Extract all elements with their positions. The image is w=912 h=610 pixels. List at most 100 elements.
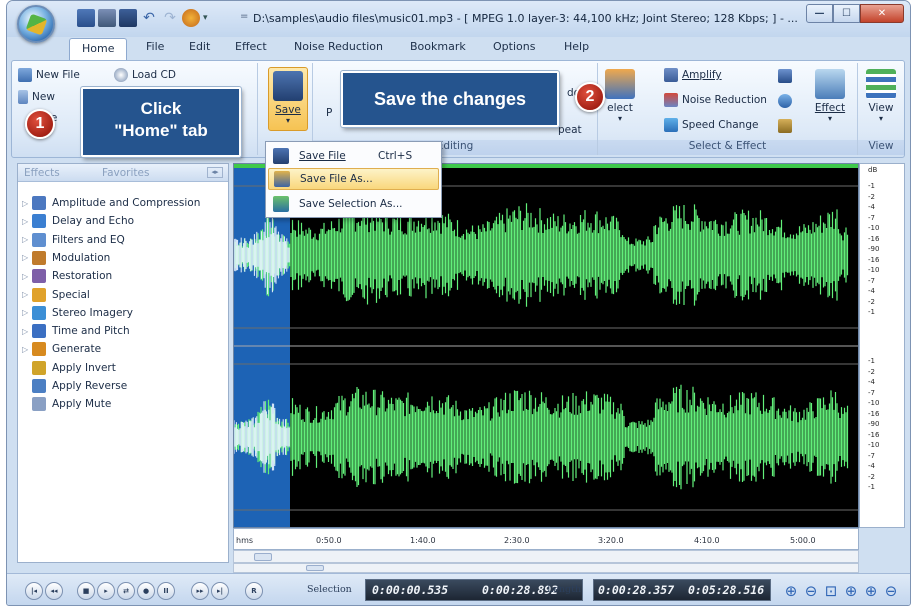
expand-arrow-icon[interactable]: ▷ [22,235,32,244]
repeat-partial[interactable]: peat [558,124,582,136]
new-file-label: New File [36,69,80,81]
quick-access-toolbar: ↶ ↷ ▾ [77,9,213,27]
expand-arrow-icon[interactable]: ▷ [22,290,32,299]
scroll-thumb[interactable] [254,553,272,561]
rewind-button[interactable]: ◂◂ [45,582,63,600]
load-cd-button[interactable]: Load CD [114,68,176,82]
save-file-as-icon [274,171,290,187]
tab-effects[interactable]: Effects [24,167,60,179]
expand-arrow-icon[interactable]: ▷ [22,253,32,262]
repeat-button[interactable]: R [245,582,263,600]
db-tick-label: -1 [868,182,875,190]
expand-arrow-icon[interactable]: ▷ [22,327,32,336]
noise-reduction-button[interactable]: Noise Reduction [664,93,767,107]
zoom-button[interactable]: ⊕ [843,583,859,599]
tab-bookmark[interactable]: Bookmark [410,40,466,53]
timeline-ruler[interactable]: hms 0:50.0 1:40.0 2:30.0 3:20.0 4:10.0 5:00.0 [233,528,859,550]
minimize-button[interactable]: — [806,4,833,23]
view-button[interactable]: View ▾ [864,69,898,123]
tab-favorites[interactable]: Favorites [102,167,149,179]
select-partial-label: elect [607,102,633,114]
loop-button[interactable]: ⇄ [117,582,135,600]
zoom-button[interactable]: ⊕ [863,583,879,599]
skip-start-button[interactable]: |◂ [25,582,43,600]
menu-item-save-file[interactable]: Save File Ctrl+S [268,145,439,167]
horizontal-scrollbar-2[interactable] [233,563,859,573]
expand-arrow-icon[interactable]: ▷ [22,217,32,226]
new-button-partial[interactable]: New [18,90,55,104]
db-scale: dB -1 -2 -4 -7 -10 -16 -90 -16 -10 -7 -4 -2 -1 -1 -2 -4 -… [859,163,905,528]
zoom-button[interactable]: ⊡ [823,583,839,599]
selection-start-value: 0:00:00.535 [372,583,449,597]
tab-file[interactable]: File [146,40,164,53]
record-button[interactable]: ● [137,582,155,600]
tree-item[interactable]: ▷ Delay and Echo [22,212,134,230]
speed-change-button[interactable]: Speed Change [664,118,758,132]
effect-small-icon-1[interactable] [778,69,792,83]
amplify-button[interactable]: Amplify [664,68,722,82]
menu-item-save-selection-as[interactable]: Save Selection As... [268,193,439,215]
tree-item[interactable]: ▷ Filters and EQ [22,231,125,249]
timeline-tick-label: 1:40.0 [410,536,436,545]
open-file-icon[interactable] [98,9,116,27]
close-button[interactable]: ✕ [860,4,904,23]
zoom-button[interactable]: ⊕ [783,583,799,599]
tab-help[interactable]: Help [564,40,589,53]
tree-item[interactable]: ▷ Stereo Imagery [22,304,133,322]
menu-item-save-file-as[interactable]: Save File As... [268,168,439,190]
waveform-svg[interactable] [234,164,859,528]
zoom-button[interactable]: ⊖ [803,583,819,599]
zoom-button[interactable]: ⊖ [883,583,899,599]
undo-icon[interactable]: ↶ [140,9,158,27]
tree-item[interactable]: ▷ Amplitude and Compression [22,194,200,212]
tree-item[interactable]: Apply Mute [22,395,111,413]
pause-button[interactable]: II [157,582,175,600]
step-badge-1: 1 [25,109,55,139]
select-effect-group-label: Select & Effect [598,140,857,155]
redo-icon[interactable]: ↷ [161,9,179,27]
tree-item[interactable]: ▷ Generate [22,340,101,358]
effect-small-icon-3[interactable] [778,119,792,133]
record-icon[interactable] [182,9,200,27]
expand-arrow-icon[interactable]: ▷ [22,199,32,208]
maximize-button[interactable]: ☐ [833,4,860,23]
tree-item[interactable]: ▷ Modulation [22,249,110,267]
app-menu-button[interactable] [17,5,55,43]
effect-button[interactable]: Effect ▾ [812,69,848,123]
timeline-tick-label: 3:20.0 [598,536,624,545]
expand-arrow-icon[interactable]: ▷ [22,345,32,354]
tab-edit[interactable]: Edit [189,40,210,53]
save-selection-as-icon [273,196,289,212]
expand-arrow-icon[interactable]: ▷ [22,272,32,281]
expand-arrow-icon[interactable]: ▷ [22,308,32,317]
tab-noise-reduction[interactable]: Noise Reduction [294,40,383,53]
tree-item[interactable]: ▷ Special [22,286,90,304]
skip-end-button[interactable]: ▸| [211,582,229,600]
tree-item-label: Apply Reverse [52,380,128,392]
length-value: 0:00:28.357 [598,583,675,597]
stop-button[interactable]: ■ [77,582,95,600]
tab-home[interactable]: Home [69,38,128,60]
effect-small-icon-2[interactable] [778,94,792,108]
select-button[interactable]: elect ▾ [602,69,638,123]
scroll-thumb-2[interactable] [306,565,324,571]
save-big-button[interactable]: Save ▾ [268,67,308,131]
tab-effect[interactable]: Effect [235,40,267,53]
customize-dropdown-icon[interactable]: ▾ [203,9,213,27]
panel-pin-button[interactable]: ◂▸ [207,167,223,178]
play-button[interactable]: ▸ [97,582,115,600]
horizontal-scrollbar[interactable] [233,550,859,563]
new-file-icon[interactable] [77,9,95,27]
effects-panel-header: Effects Favorites ◂▸ [18,164,228,182]
tab-options[interactable]: Options [493,40,535,53]
save-icon[interactable] [119,9,137,27]
new-file-button[interactable]: New File [18,68,80,82]
tree-item[interactable]: ▷ Restoration [22,267,112,285]
fast-forward-button[interactable]: ▸▸ [191,582,209,600]
app-logo-icon [25,13,48,36]
db-tick-label: -2 [868,297,875,306]
tree-item[interactable]: Apply Invert [22,359,116,377]
tree-item[interactable]: ▷ Time and Pitch [22,322,130,340]
effect-category-icon [32,342,46,357]
tree-item[interactable]: Apply Reverse [22,377,127,395]
